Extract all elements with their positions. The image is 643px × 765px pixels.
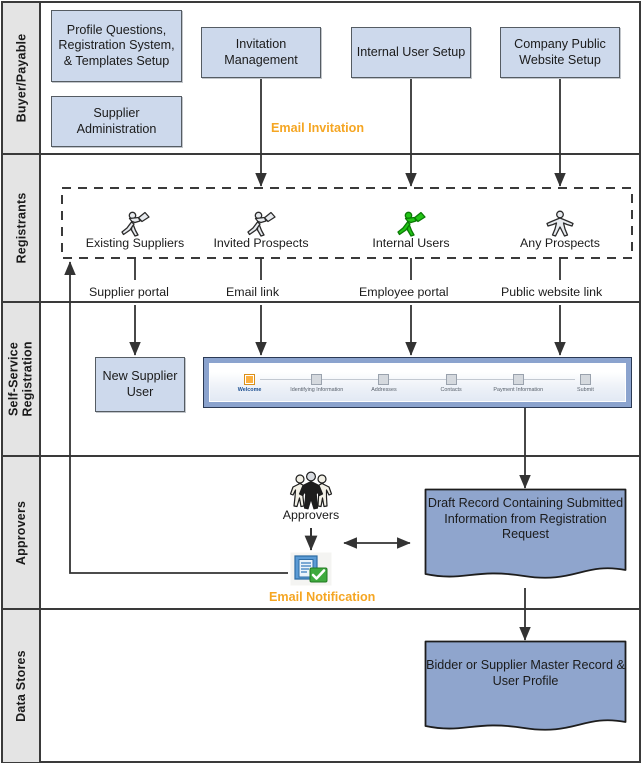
box-invitation-management-label: Invitation Management <box>224 37 298 67</box>
diagram-canvas: Buyer/Payable Registrants Self-Service R… <box>0 0 643 765</box>
lane-label-registrants: Registrants <box>14 192 28 264</box>
person-with-briefcase-icon <box>351 204 471 238</box>
actor-approvers-label: Approvers <box>282 508 340 522</box>
document-check-icon[interactable] <box>290 552 332 591</box>
box-internal-user-setup[interactable]: Internal User Setup <box>351 27 471 78</box>
wizard-step-submit-label: Submit <box>577 386 594 393</box>
box-profile-questions-label: Profile Questions, Registration System, … <box>58 22 175 68</box>
wizard-step-addresses[interactable]: Addresses <box>350 373 417 393</box>
registration-wizard-inner: Welcome Identifying Information Addresse… <box>209 363 626 402</box>
actor-approvers-group[interactable]: Approvers <box>251 470 371 522</box>
person-icon <box>500 204 620 238</box>
box-profile-questions[interactable]: Profile Questions, Registration System, … <box>51 10 182 82</box>
doc-bidder-supplier-master[interactable]: Bidder or Supplier Master Record & User … <box>424 640 627 740</box>
wizard-step-identifying-information[interactable]: Identifying Information <box>283 373 350 393</box>
box-new-supplier-user-label: New Supplier User <box>102 369 178 399</box>
wizard-step-marker-icon <box>579 373 591 385</box>
box-new-supplier-user[interactable]: New Supplier User <box>95 357 185 412</box>
wizard-step-marker-icon <box>311 373 323 385</box>
actor-any-prospects[interactable]: Any Prospects <box>500 204 620 250</box>
wizard-step-marker-icon <box>512 373 524 385</box>
box-invitation-management[interactable]: Invitation Management <box>201 27 321 78</box>
lane-label-data-stores: Data Stores <box>14 650 29 722</box>
people-group-icon <box>251 470 371 510</box>
actor-existing-suppliers-label: Existing Suppliers <box>85 236 185 250</box>
lane-header-approvers: Approvers <box>3 457 41 608</box>
box-company-public-website-setup[interactable]: Company Public Website Setup <box>500 27 620 78</box>
registration-wizard-steps: Welcome Identifying Information Addresse… <box>210 371 625 395</box>
box-supplier-administration[interactable]: Supplier Administration <box>51 96 182 147</box>
actor-invited-prospects-label: Invited Prospects <box>213 236 309 250</box>
registration-wizard[interactable]: Welcome Identifying Information Addresse… <box>203 357 632 408</box>
lane-header-self-service: Self-Service Registration <box>3 303 41 455</box>
wizard-step-payment-information[interactable]: Payment Information <box>485 373 552 393</box>
lane-label-self-service: Self-Service Registration <box>7 341 36 417</box>
lane-header-buyer-payable: Buyer/Payable <box>3 3 41 153</box>
person-with-briefcase-icon <box>75 204 195 238</box>
lane-label-buyer-payable: Buyer/Payable <box>14 33 29 123</box>
lane-header-registrants: Registrants <box>3 155 41 301</box>
wizard-step-payment-information-label: Payment Information <box>493 386 544 393</box>
wizard-step-contacts-label: Contacts <box>440 386 462 393</box>
label-supplier-portal: Supplier portal <box>89 285 169 299</box>
person-with-briefcase-icon <box>201 204 321 238</box>
box-company-public-website-setup-label: Company Public Website Setup <box>514 37 606 67</box>
wizard-step-identifying-information-label: Identifying Information <box>290 386 344 393</box>
wizard-step-marker-icon <box>244 373 256 385</box>
wizard-step-welcome-label: Welcome <box>237 386 262 393</box>
box-supplier-administration-label: Supplier Administration <box>76 106 157 136</box>
actor-any-prospects-label: Any Prospects <box>520 236 600 250</box>
wizard-step-addresses-label: Addresses <box>371 386 397 393</box>
lane-label-approvers: Approvers <box>14 500 29 565</box>
label-public-website-link: Public website link <box>501 285 603 299</box>
box-internal-user-setup-label: Internal User Setup <box>356 44 466 59</box>
lane-header-data-stores: Data Stores <box>3 610 41 762</box>
label-email-invitation: Email Invitation <box>271 121 365 135</box>
doc-draft-record[interactable]: Draft Record Containing Submitted Inform… <box>424 488 627 588</box>
actor-internal-users-label: Internal Users <box>372 236 450 250</box>
label-employee-portal: Employee portal <box>359 285 449 299</box>
wizard-step-marker-icon <box>378 373 390 385</box>
wizard-step-submit[interactable]: Submit <box>552 373 619 393</box>
label-email-link: Email link <box>226 285 280 299</box>
wizard-step-welcome[interactable]: Welcome <box>216 373 283 393</box>
actor-internal-users[interactable]: Internal Users <box>351 204 471 250</box>
actor-existing-suppliers[interactable]: Existing Suppliers <box>75 204 195 250</box>
actor-invited-prospects[interactable]: Invited Prospects <box>201 204 321 250</box>
label-email-notification: Email Notification <box>269 590 376 604</box>
wizard-step-marker-icon <box>445 373 457 385</box>
wizard-step-contacts[interactable]: Contacts <box>418 373 485 393</box>
